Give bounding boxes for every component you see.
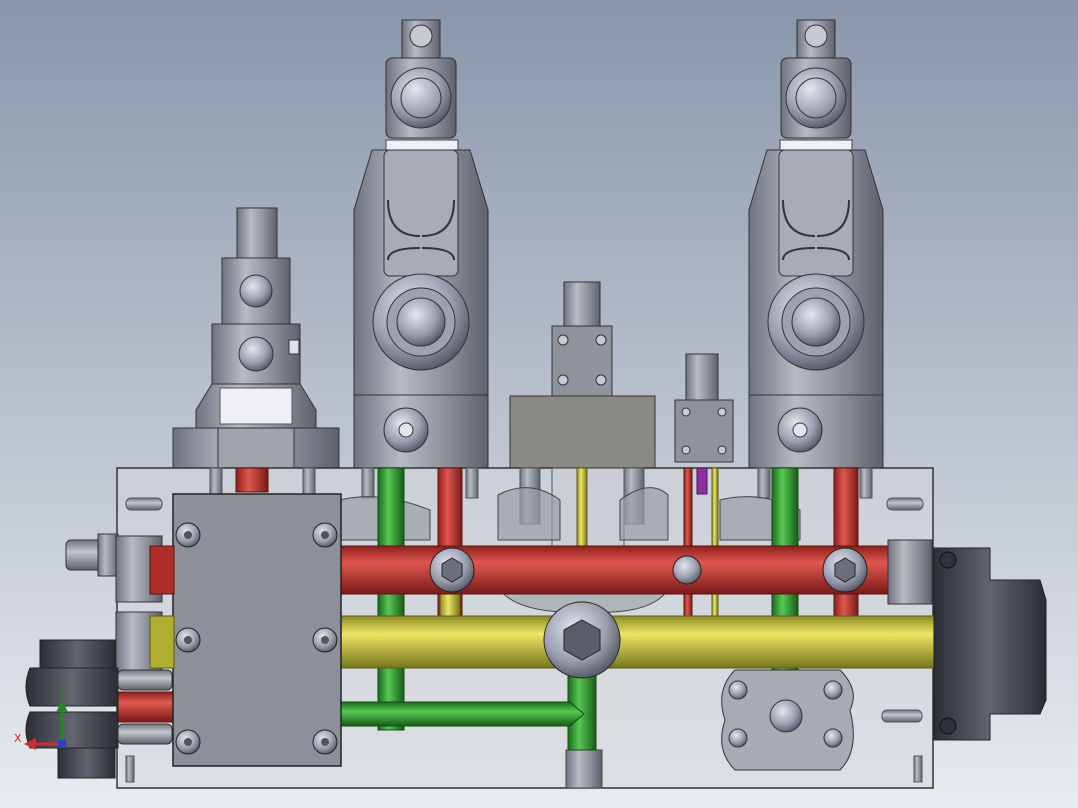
triad-x-label: X [14,732,22,745]
triad-y-label: Y [57,688,65,701]
assembly-canvas[interactable]: Y X [0,0,1078,808]
lower-flange[interactable] [721,669,854,771]
cad-3d-viewport[interactable]: Y X [0,0,1078,808]
left-cover-plate[interactable] [172,493,342,767]
left-red-port [117,691,175,723]
green-channel [339,701,585,727]
